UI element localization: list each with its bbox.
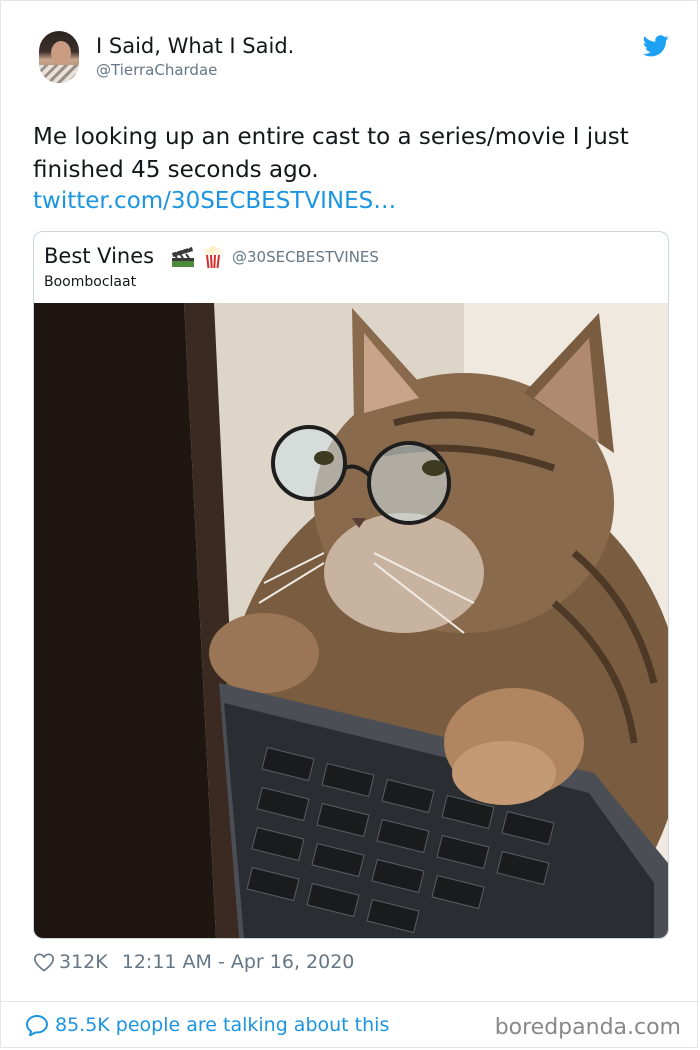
conversation-link[interactable]: 85.5K people are talking about this <box>25 1014 389 1036</box>
cat-with-glasses-video[interactable] <box>34 303 668 938</box>
divider <box>1 1001 699 1002</box>
watermark: boredpanda.com <box>494 1015 681 1040</box>
avatar-shirt <box>39 65 79 83</box>
quoted-tweet[interactable]: Best Vines @30SECBESTVINES Boomboclaat <box>33 231 669 939</box>
speech-bubble-icon <box>25 1014 49 1036</box>
author-name[interactable]: I Said, What I Said. <box>96 34 294 58</box>
heart-icon[interactable] <box>33 952 55 972</box>
quoted-tweet-text: Boomboclaat <box>44 274 137 290</box>
author-handle[interactable]: @TierraChardae <box>96 61 217 79</box>
tweet-meta: 312K 12:11 AM - Apr 16, 2020 <box>33 951 354 973</box>
tweet-link[interactable]: twitter.com/30SECBESTVINES… <box>33 188 396 214</box>
twitter-bird-icon[interactable] <box>643 35 669 57</box>
talking-count[interactable]: 85.5K people are talking about this <box>55 1014 389 1036</box>
clapper-board-icon <box>172 245 194 267</box>
avatar-face <box>51 41 71 65</box>
tweet-text: Me looking up an entire cast to a series… <box>33 124 629 183</box>
author-avatar[interactable] <box>39 31 79 83</box>
popcorn-icon <box>204 246 222 269</box>
tweet-timestamp[interactable]: 12:11 AM - Apr 16, 2020 <box>122 951 355 973</box>
quoted-author-handle: @30SECBESTVINES <box>232 248 379 266</box>
quoted-author-name: Best Vines <box>44 244 155 268</box>
like-count[interactable]: 312K <box>59 951 108 973</box>
tweet-card: I Said, What I Said. @TierraChardae Me l… <box>0 0 699 1048</box>
